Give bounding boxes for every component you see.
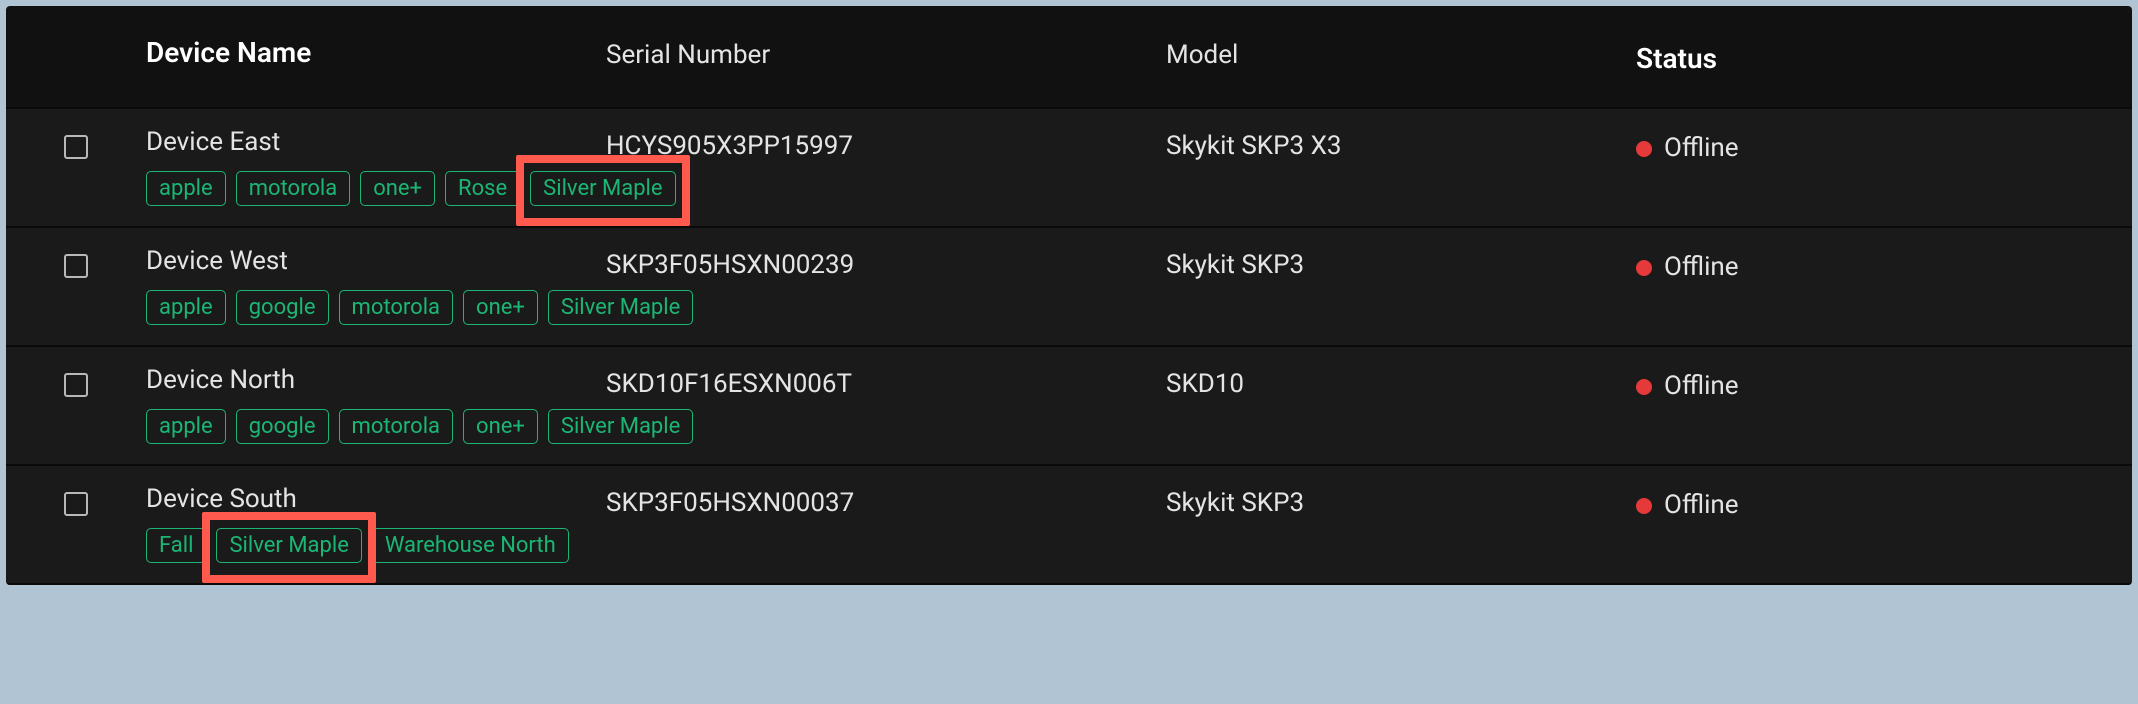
- row-checkbox[interactable]: [64, 373, 88, 397]
- tags-row: apple google motorola one+ Silver Maple: [146, 290, 2132, 325]
- tag[interactable]: one+: [360, 171, 435, 206]
- table-header-row: Device Name Serial Number Model Status: [6, 6, 2132, 109]
- checkbox-col: [6, 127, 146, 171]
- status-indicator-icon: [1636, 260, 1652, 276]
- table-row[interactable]: Device NorthSKD10F16ESXN006TSKD10 Offline…: [6, 347, 2132, 466]
- status-col: Offline: [1636, 484, 2132, 528]
- model: Skykit SKP3: [1166, 246, 1636, 290]
- header-device-name[interactable]: Device Name: [146, 36, 606, 75]
- status-col: Offline: [1636, 246, 2132, 290]
- checkbox-col: [6, 246, 146, 290]
- tag[interactable]: Silver Maple: [548, 290, 693, 325]
- tags-row: apple motorola one+ Rose Silver Maple: [146, 171, 2132, 206]
- status-text: Offline: [1664, 490, 1739, 520]
- device-name-col: Device East: [146, 127, 606, 171]
- header-model[interactable]: Model: [1166, 36, 1636, 75]
- tag[interactable]: apple: [146, 290, 226, 325]
- tag[interactable]: one+: [463, 290, 538, 325]
- tag[interactable]: Silver Maple: [548, 409, 693, 444]
- tag[interactable]: google: [236, 409, 329, 444]
- tag[interactable]: Warehouse North: [372, 528, 569, 563]
- tag[interactable]: Fall: [146, 528, 206, 563]
- tag[interactable]: Silver Maple: [530, 171, 675, 206]
- tags-row: apple google motorola one+ Silver Maple: [146, 409, 2132, 444]
- serial-number: SKD10F16ESXN006T: [606, 365, 1166, 409]
- header-serial-number[interactable]: Serial Number: [606, 36, 1166, 75]
- status-indicator-icon: [1636, 379, 1652, 395]
- device-name[interactable]: Device South: [146, 484, 606, 514]
- tag[interactable]: motorola: [339, 409, 453, 444]
- table-row[interactable]: Device EastHCYS905X3PP15997Skykit SKP3 X…: [6, 109, 2132, 228]
- device-name-col: Device North: [146, 365, 606, 409]
- status-indicator-icon: [1636, 141, 1652, 157]
- serial-number: SKP3F05HSXN00239: [606, 246, 1166, 290]
- header-status[interactable]: Status: [1636, 36, 2132, 75]
- tag[interactable]: google: [236, 290, 329, 325]
- model: SKD10: [1166, 365, 1636, 409]
- row-checkbox[interactable]: [64, 135, 88, 159]
- checkbox-col: [6, 484, 146, 528]
- device-table-container: Device Name Serial Number Model Status D…: [6, 6, 2132, 585]
- status-col: Offline: [1636, 127, 2132, 171]
- tag[interactable]: motorola: [339, 290, 453, 325]
- tag[interactable]: Silver Maple: [216, 528, 361, 563]
- tag[interactable]: apple: [146, 409, 226, 444]
- table-row[interactable]: Device SouthSKP3F05HSXN00037Skykit SKP3 O…: [6, 466, 2132, 585]
- tags-row: Fall Silver Maple Warehouse North: [146, 528, 2132, 563]
- status-text: Offline: [1664, 371, 1739, 401]
- model: Skykit SKP3: [1166, 484, 1636, 528]
- device-name[interactable]: Device East: [146, 127, 606, 157]
- tag[interactable]: apple: [146, 171, 226, 206]
- row-checkbox[interactable]: [64, 492, 88, 516]
- device-name[interactable]: Device North: [146, 365, 606, 395]
- status-text: Offline: [1664, 133, 1739, 163]
- tag[interactable]: one+: [463, 409, 538, 444]
- status-indicator-icon: [1636, 498, 1652, 514]
- tag[interactable]: Rose: [445, 171, 520, 206]
- serial-number: HCYS905X3PP15997: [606, 127, 1166, 171]
- tag[interactable]: motorola: [236, 171, 350, 206]
- device-table: Device Name Serial Number Model Status D…: [6, 6, 2132, 585]
- model: Skykit SKP3 X3: [1166, 127, 1636, 171]
- device-name[interactable]: Device West: [146, 246, 606, 276]
- status-text: Offline: [1664, 252, 1739, 282]
- device-name-col: Device West: [146, 246, 606, 290]
- status-col: Offline: [1636, 365, 2132, 409]
- table-row[interactable]: Device WestSKP3F05HSXN00239Skykit SKP3 Of…: [6, 228, 2132, 347]
- row-checkbox[interactable]: [64, 254, 88, 278]
- device-name-col: Device South: [146, 484, 606, 528]
- checkbox-col: [6, 365, 146, 409]
- serial-number: SKP3F05HSXN00037: [606, 484, 1166, 528]
